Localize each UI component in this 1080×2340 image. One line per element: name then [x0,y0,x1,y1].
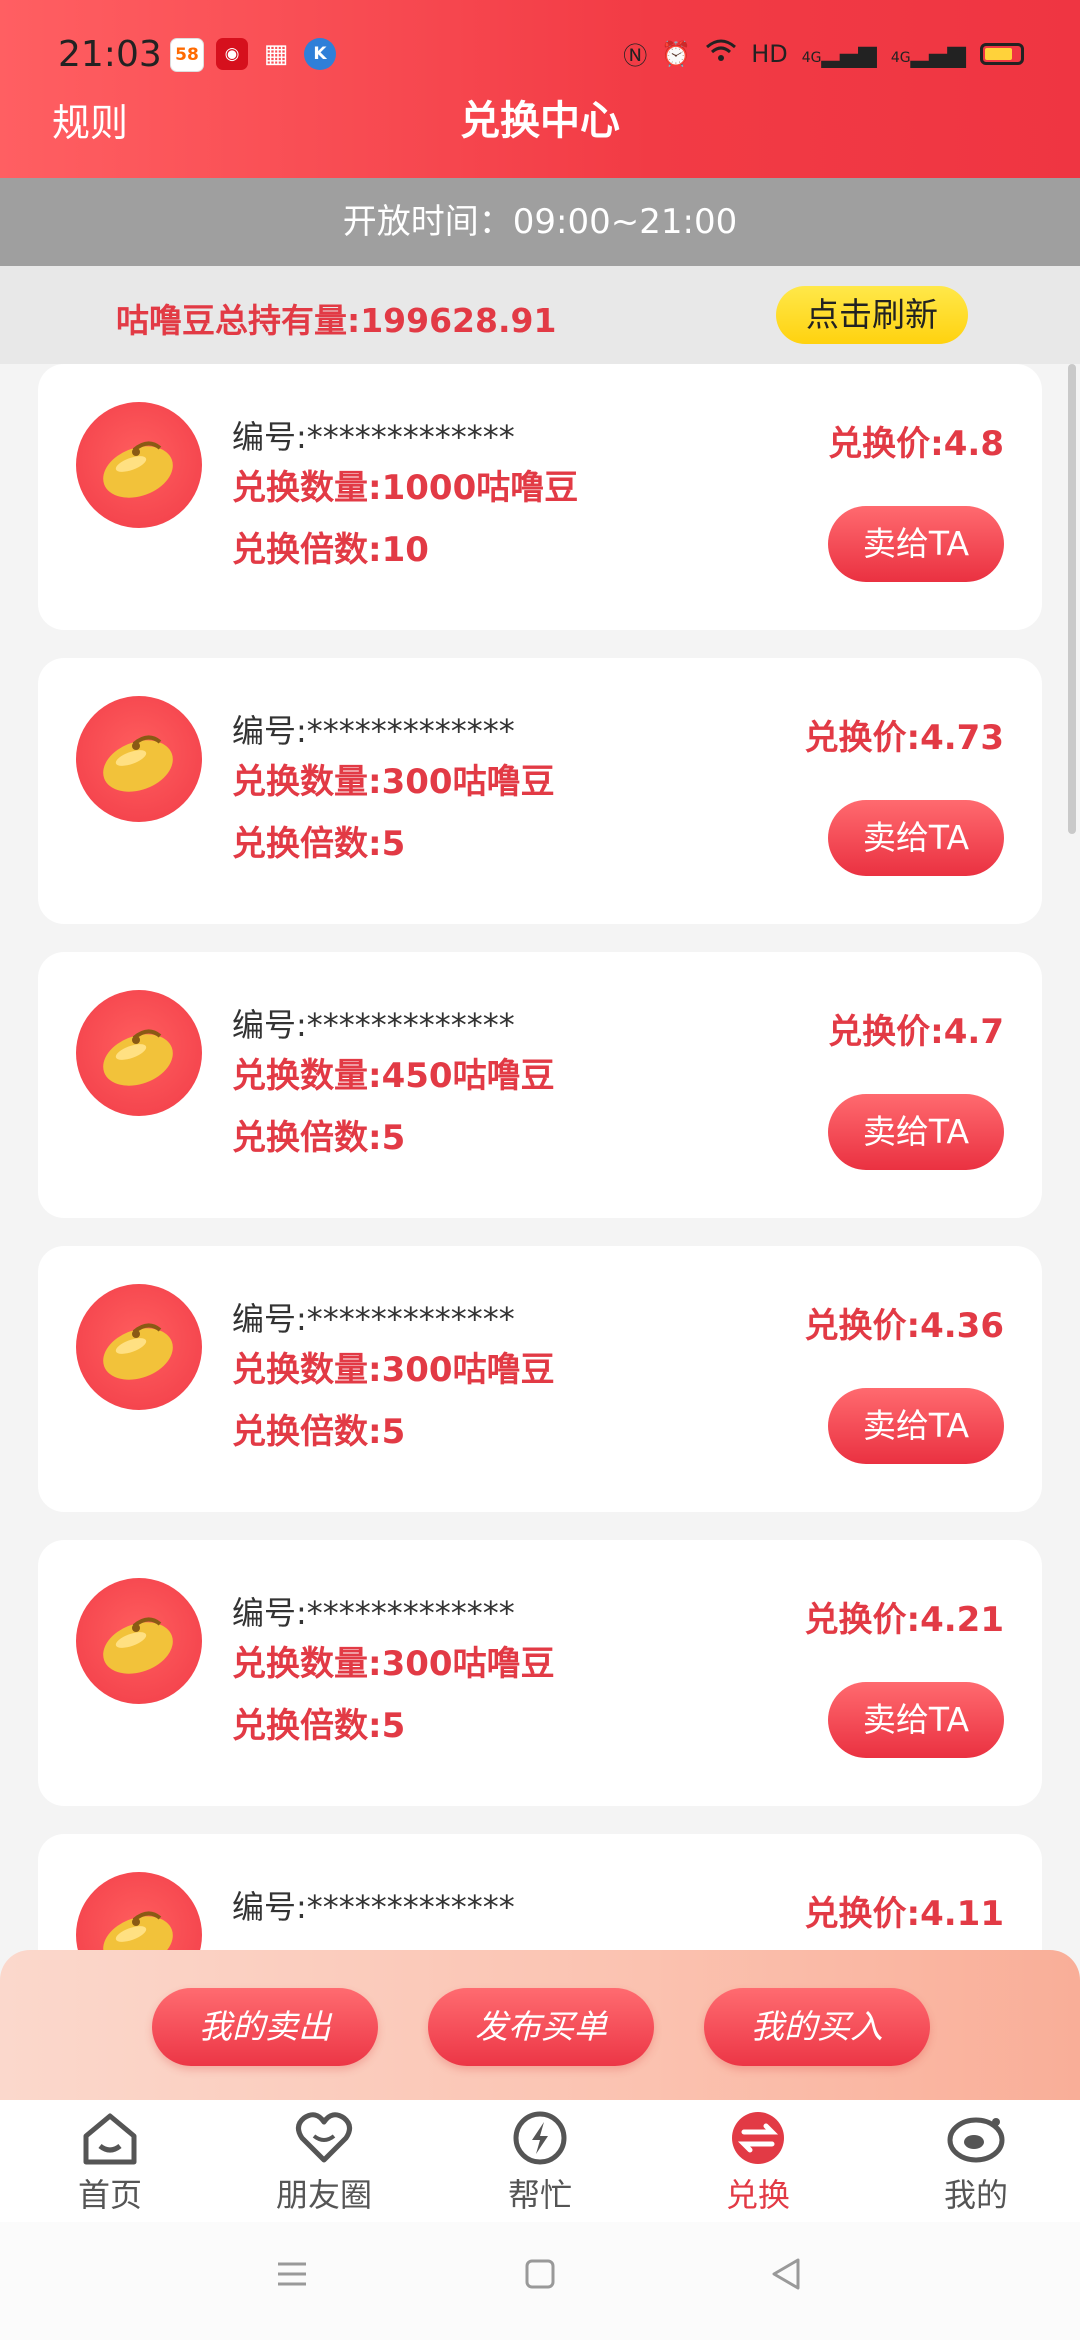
listing-card: 编号:************* 兑换数量:450咕噜豆 兑换倍数:5 兑换价:… [38,952,1042,1218]
signal-icon: 4G▂▄▆ [801,39,877,68]
listing-quantity: 兑换数量:1000咕噜豆 [232,468,579,508]
refresh-button[interactable]: 点击刷新 [776,286,968,344]
signal-icon-2: 4G▂▄▆ [890,39,966,68]
bottom-tab-bar: 首页 朋友圈 帮忙 兑换 我的 [0,2100,1080,2222]
sell-button[interactable]: 卖给TA [828,1094,1004,1170]
menu-icon[interactable] [274,2256,310,2292]
listing-code: 编号:************* [232,1300,515,1338]
tab-home[interactable]: 首页 [30,2110,190,2220]
listing-card: 编号:************* 兑换数量:300咕噜豆 兑换倍数:5 兑换价:… [38,1246,1042,1512]
status-time: 21:03 [58,34,162,75]
listing-price: 兑换价:4.7 [828,1012,1004,1052]
bean-icon [76,402,202,528]
listing-card: 编号:************* 兑换数量:300咕噜豆 兑换倍数:5 兑换价:… [38,1540,1042,1806]
bean-icon [76,696,202,822]
listing-card: 编号:************* 兑换数量:1000咕噜豆 兑换倍数:10 兑换… [38,364,1042,630]
listing-price: 兑换价:4.8 [828,424,1004,464]
listing-multiplier: 兑换倍数:5 [232,1118,406,1158]
listing-multiplier: 兑换倍数:5 [232,1412,406,1452]
hd-label: HD [751,39,788,68]
app-k-icon: K [304,38,336,70]
app-58-icon: 58 [170,38,204,72]
tab-label: 兑换 [725,2176,790,2214]
grid-app-icon: ▦ [263,39,289,69]
listing-card: 编号:************* 兑换数量:300咕噜豆 兑换倍数:5 兑换价:… [38,658,1042,924]
sell-button[interactable]: 卖给TA [828,800,1004,876]
listing-list[interactable]: 编号:************* 兑换数量:1000咕噜豆 兑换倍数:10 兑换… [0,364,1080,2100]
bolt-icon [513,2111,567,2165]
listing-quantity: 兑换数量:300咕噜豆 [232,1644,555,1684]
tab-help[interactable]: 帮忙 [460,2110,620,2220]
listing-multiplier: 兑换倍数:5 [232,1706,406,1746]
header: 21:03 58 ◉ ▦ K Ⓝ ⏰ HD 4G▂▄▆ 4G▂▄▆ 规则 兑换中… [0,0,1080,178]
bean-icon [76,1578,202,1704]
bean-icon [76,990,202,1116]
listing-multiplier: 兑换倍数:10 [232,530,429,570]
tab-moments[interactable]: 朋友圈 [244,2110,404,2220]
battery-icon [980,42,1024,65]
system-icons: Ⓝ ⏰ HD 4G▂▄▆ 4G▂▄▆ [623,36,1024,71]
status-bar: 21:03 58 ◉ ▦ K Ⓝ ⏰ HD 4G▂▄▆ 4G▂▄▆ [0,30,1080,80]
page-title: 兑换中心 [460,98,620,144]
post-buy-order-button[interactable]: 发布买单 [428,1988,654,2066]
listing-quantity: 兑换数量:300咕噜豆 [232,1350,555,1390]
open-time-banner: 开放时间：09:00~21:00 [0,178,1080,266]
listing-price: 兑换价:4.21 [804,1600,1004,1640]
listing-price: 兑换价:4.73 [804,718,1004,758]
listing-price: 兑换价:4.11 [804,1894,1004,1934]
total-holding: 咕噜豆总持有量:199628.91 [116,301,557,340]
listing-quantity: 兑换数量:300咕噜豆 [232,762,555,802]
tab-label: 我的 [943,2176,1008,2214]
tab-exchange[interactable]: 兑换 [678,2110,838,2220]
heart-icon [296,2112,352,2163]
home-square-icon[interactable] [522,2256,558,2292]
holding-bar: 咕噜豆总持有量:199628.91 点击刷新 [0,266,1080,364]
sell-button[interactable]: 卖给TA [828,1682,1004,1758]
listing-code: 编号:************* [232,712,515,750]
home-icon [83,2113,137,2165]
notification-icons: 58 ◉ ▦ K [170,38,336,72]
my-buys-button[interactable]: 我的买入 [704,1988,930,2066]
scrollbar[interactable] [1068,364,1076,834]
exchange-icon [732,2112,784,2164]
listing-code: 编号:************* [232,1594,515,1632]
tab-label: 首页 [77,2176,142,2214]
my-sales-button[interactable]: 我的卖出 [152,1988,378,2066]
sell-button[interactable]: 卖给TA [828,1388,1004,1464]
wifi-icon [705,39,737,69]
listing-price: 兑换价:4.36 [804,1306,1004,1346]
bean-icon [76,1284,202,1410]
listing-quantity: 兑换数量:450咕噜豆 [232,1056,555,1096]
tab-label: 朋友圈 [275,2176,372,2214]
tab-mine[interactable]: 我的 [896,2110,1056,2220]
tab-label: 帮忙 [507,2176,572,2214]
action-bar: 我的卖出 发布买单 我的买入 [0,1950,1080,2100]
listing-code: 编号:************* [232,1006,515,1044]
listing-code: 编号:************* [232,1888,515,1926]
alarm-icon: ⏰ [661,39,692,68]
system-nav-bar [0,2222,1080,2340]
listing-code: 编号:************* [232,418,515,456]
back-icon[interactable] [768,2256,804,2292]
sell-button[interactable]: 卖给TA [828,506,1004,582]
profile-icon [947,2117,1005,2163]
listing-multiplier: 兑换倍数:5 [232,824,406,864]
weibo-icon: ◉ [216,38,248,70]
nfc-icon: Ⓝ [623,42,648,70]
